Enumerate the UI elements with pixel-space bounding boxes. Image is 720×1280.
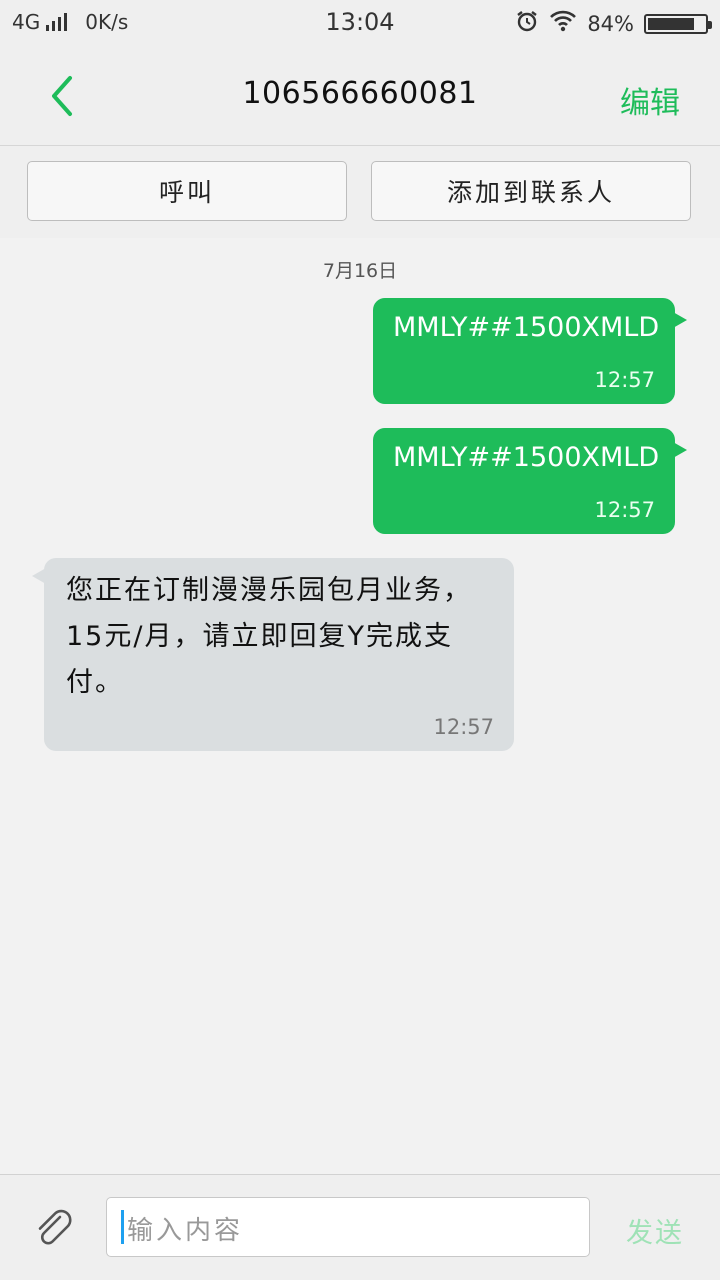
- contact-actions: 呼叫 添加到联系人: [0, 146, 720, 238]
- status-right: 84%: [515, 9, 712, 38]
- send-button[interactable]: 发送: [626, 1211, 684, 1250]
- bubble-tail: [673, 312, 687, 328]
- message-input[interactable]: 输入内容: [106, 1197, 590, 1257]
- edit-button[interactable]: 编辑: [620, 78, 680, 122]
- date-separator: 7月16日: [322, 260, 398, 282]
- outgoing-message[interactable]: MMLY##1500XMLD 12:57: [373, 298, 687, 404]
- status-bar: 4G 0K/s 13:04 84%: [0, 0, 720, 48]
- alarm-icon: [515, 9, 539, 38]
- message-text: 您正在订制漫漫乐园包月业务，15元/月，请立即回复Y完成支付。: [66, 575, 472, 698]
- text-caret: [121, 1210, 124, 1244]
- wifi-icon: [549, 10, 577, 37]
- compose-bar: 输入内容 发送: [0, 1174, 720, 1280]
- conversation-title: 106566660081: [242, 76, 478, 111]
- message-time: 12:57: [594, 368, 655, 392]
- message-time: 12:57: [594, 498, 655, 522]
- attach-button[interactable]: [30, 1205, 76, 1251]
- message-list[interactable]: 7月16日 MMLY##1500XMLD 12:57 MMLY##1500XML…: [0, 238, 720, 1174]
- call-button[interactable]: 呼叫: [27, 161, 347, 221]
- battery-icon: [644, 13, 712, 34]
- message-input-placeholder: 输入内容: [127, 1216, 244, 1246]
- message-text: MMLY##1500XMLD: [393, 442, 660, 473]
- incoming-message[interactable]: 您正在订制漫漫乐园包月业务，15元/月，请立即回复Y完成支付。 12:57: [32, 558, 514, 751]
- battery-percent: 84%: [587, 11, 634, 36]
- bubble-tail: [32, 568, 46, 584]
- battery-fill: [648, 17, 695, 30]
- message-time: 12:57: [433, 715, 494, 739]
- conversation-header: 106566660081 编辑: [0, 48, 720, 146]
- bubble-tail: [673, 442, 687, 458]
- outgoing-message[interactable]: MMLY##1500XMLD 12:57: [373, 428, 687, 534]
- add-to-contacts-button[interactable]: 添加到联系人: [371, 161, 691, 221]
- paperclip-icon: [38, 1209, 72, 1245]
- message-text: MMLY##1500XMLD: [393, 312, 660, 343]
